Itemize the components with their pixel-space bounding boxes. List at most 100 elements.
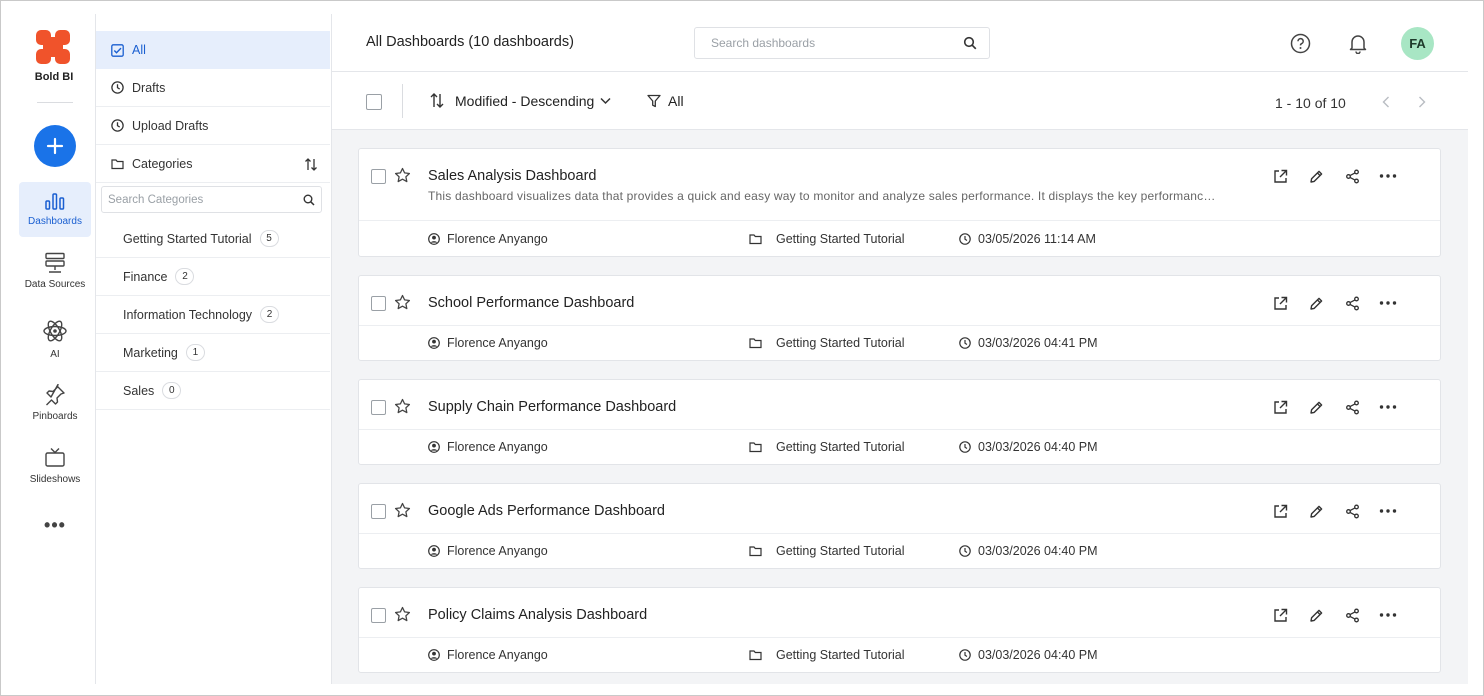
- card-checkbox[interactable]: [371, 400, 386, 415]
- owner: Florence Anyango: [428, 221, 548, 257]
- card-checkbox[interactable]: [371, 608, 386, 623]
- dashboard-search-input[interactable]: [711, 36, 963, 50]
- star-icon[interactable]: [394, 606, 411, 623]
- folder-icon: [749, 233, 762, 245]
- edit-icon[interactable]: [1307, 294, 1325, 312]
- sort-icon[interactable]: [304, 157, 318, 172]
- category: Getting Started Tutorial: [749, 325, 905, 361]
- category-name: Getting Started Tutorial: [776, 648, 905, 662]
- dashboard-card[interactable]: School Performance Dashboard Florence An…: [358, 275, 1441, 361]
- open-external-icon[interactable]: [1271, 502, 1289, 520]
- clock-icon: [110, 81, 124, 95]
- search-icon[interactable]: [303, 194, 315, 206]
- filter-drafts[interactable]: Drafts: [96, 69, 330, 107]
- help-icon[interactable]: [1288, 31, 1312, 55]
- select-all-checkbox[interactable]: [366, 94, 382, 110]
- edit-icon[interactable]: [1307, 398, 1325, 416]
- owner-name: Florence Anyango: [447, 440, 548, 454]
- more-icon[interactable]: •••: [40, 514, 70, 536]
- category-item[interactable]: Sales 0: [96, 372, 330, 410]
- user-icon: [428, 233, 440, 245]
- star-icon[interactable]: [394, 502, 411, 519]
- owner: Florence Anyango: [428, 429, 548, 465]
- modified: 03/03/2026 04:41 PM: [959, 325, 1098, 361]
- category: Getting Started Tutorial: [749, 533, 905, 569]
- dashboard-title[interactable]: Sales Analysis Dashboard: [428, 168, 596, 184]
- more-options-icon[interactable]: [1379, 167, 1397, 185]
- category-name: Getting Started Tutorial: [776, 544, 905, 558]
- filter-upload-drafts[interactable]: Upload Drafts: [96, 107, 330, 145]
- create-button[interactable]: [34, 125, 76, 167]
- logo-text: Bold BI: [34, 71, 74, 83]
- app-frame: Bold BI Dashboards Data Sources AI Pinbo…: [0, 0, 1484, 696]
- share-icon[interactable]: [1343, 398, 1361, 416]
- chevron-left-icon[interactable]: [1378, 94, 1394, 110]
- chevron-right-icon[interactable]: [1414, 94, 1430, 110]
- edit-icon[interactable]: [1307, 606, 1325, 624]
- search-icon[interactable]: [963, 36, 977, 50]
- category-name: Getting Started Tutorial: [776, 336, 905, 350]
- more-options-icon[interactable]: [1379, 398, 1397, 416]
- open-external-icon[interactable]: [1271, 606, 1289, 624]
- edit-icon[interactable]: [1307, 167, 1325, 185]
- categories-header[interactable]: Categories: [96, 145, 330, 183]
- owner: Florence Anyango: [428, 533, 548, 569]
- owner-name: Florence Anyango: [447, 648, 548, 662]
- bold-bi-logo[interactable]: [35, 29, 71, 65]
- open-external-icon[interactable]: [1271, 398, 1289, 416]
- filter-dropdown[interactable]: All: [647, 93, 684, 109]
- nav-rail: Bold BI Dashboards Data Sources AI Pinbo…: [15, 14, 96, 684]
- open-external-icon[interactable]: [1271, 294, 1289, 312]
- category-item[interactable]: Marketing 1: [96, 334, 330, 372]
- more-options-icon[interactable]: [1379, 294, 1397, 312]
- star-icon[interactable]: [394, 294, 411, 311]
- card-checkbox[interactable]: [371, 504, 386, 519]
- nav-dashboards-label: Dashboards: [28, 216, 82, 227]
- filter-label: All: [668, 93, 684, 109]
- nav-data-sources[interactable]: Data Sources: [19, 252, 91, 302]
- category-item[interactable]: Finance 2: [96, 258, 330, 296]
- modified: 03/03/2026 04:40 PM: [959, 637, 1098, 673]
- star-icon[interactable]: [394, 167, 411, 184]
- share-icon[interactable]: [1343, 167, 1361, 185]
- category-search-input[interactable]: [108, 193, 303, 206]
- clock-icon: [959, 545, 971, 557]
- user-icon: [428, 649, 440, 661]
- more-options-icon[interactable]: [1379, 502, 1397, 520]
- edit-icon[interactable]: [1307, 502, 1325, 520]
- share-icon[interactable]: [1343, 606, 1361, 624]
- sort-dropdown[interactable]: Modified - Descending: [429, 92, 611, 109]
- card-checkbox[interactable]: [371, 169, 386, 184]
- bell-icon[interactable]: [1346, 31, 1370, 55]
- dashboard-card[interactable]: Sales Analysis Dashboard This dashboard …: [358, 148, 1441, 257]
- card-checkbox[interactable]: [371, 296, 386, 311]
- share-icon[interactable]: [1343, 502, 1361, 520]
- dashboard-title[interactable]: Policy Claims Analysis Dashboard: [428, 607, 647, 623]
- nav-slideshows[interactable]: Slideshows: [19, 447, 91, 497]
- category-name: Getting Started Tutorial: [123, 231, 252, 246]
- nav-dashboards[interactable]: Dashboards: [19, 182, 91, 237]
- filter-all[interactable]: All: [96, 31, 330, 69]
- dashboard-card[interactable]: Google Ads Performance Dashboard Florenc…: [358, 483, 1441, 569]
- star-icon[interactable]: [394, 398, 411, 415]
- share-icon[interactable]: [1343, 294, 1361, 312]
- open-external-icon[interactable]: [1271, 167, 1289, 185]
- dashboard-title[interactable]: Supply Chain Performance Dashboard: [428, 399, 676, 415]
- category-item[interactable]: Getting Started Tutorial 5: [96, 220, 330, 258]
- nav-ai[interactable]: AI: [19, 318, 91, 368]
- category-item[interactable]: Information Technology 2: [96, 296, 330, 334]
- more-options-icon[interactable]: [1379, 606, 1397, 624]
- category-search[interactable]: [101, 186, 322, 213]
- dashboard-title[interactable]: Google Ads Performance Dashboard: [428, 503, 665, 519]
- dashboard-title[interactable]: School Performance Dashboard: [428, 295, 634, 311]
- dashboard-card[interactable]: Policy Claims Analysis Dashboard Florenc…: [358, 587, 1441, 673]
- avatar[interactable]: FA: [1401, 27, 1434, 60]
- nav-pinboards[interactable]: Pinboards: [19, 384, 91, 434]
- dashboard-card[interactable]: Supply Chain Performance Dashboard Flore…: [358, 379, 1441, 465]
- category: Getting Started Tutorial: [749, 637, 905, 673]
- filter-upload-drafts-label: Upload Drafts: [132, 118, 209, 133]
- sort-icon: [430, 93, 444, 108]
- card-actions: [1271, 606, 1415, 624]
- folder-icon: [749, 441, 762, 453]
- dashboard-search[interactable]: [694, 27, 990, 59]
